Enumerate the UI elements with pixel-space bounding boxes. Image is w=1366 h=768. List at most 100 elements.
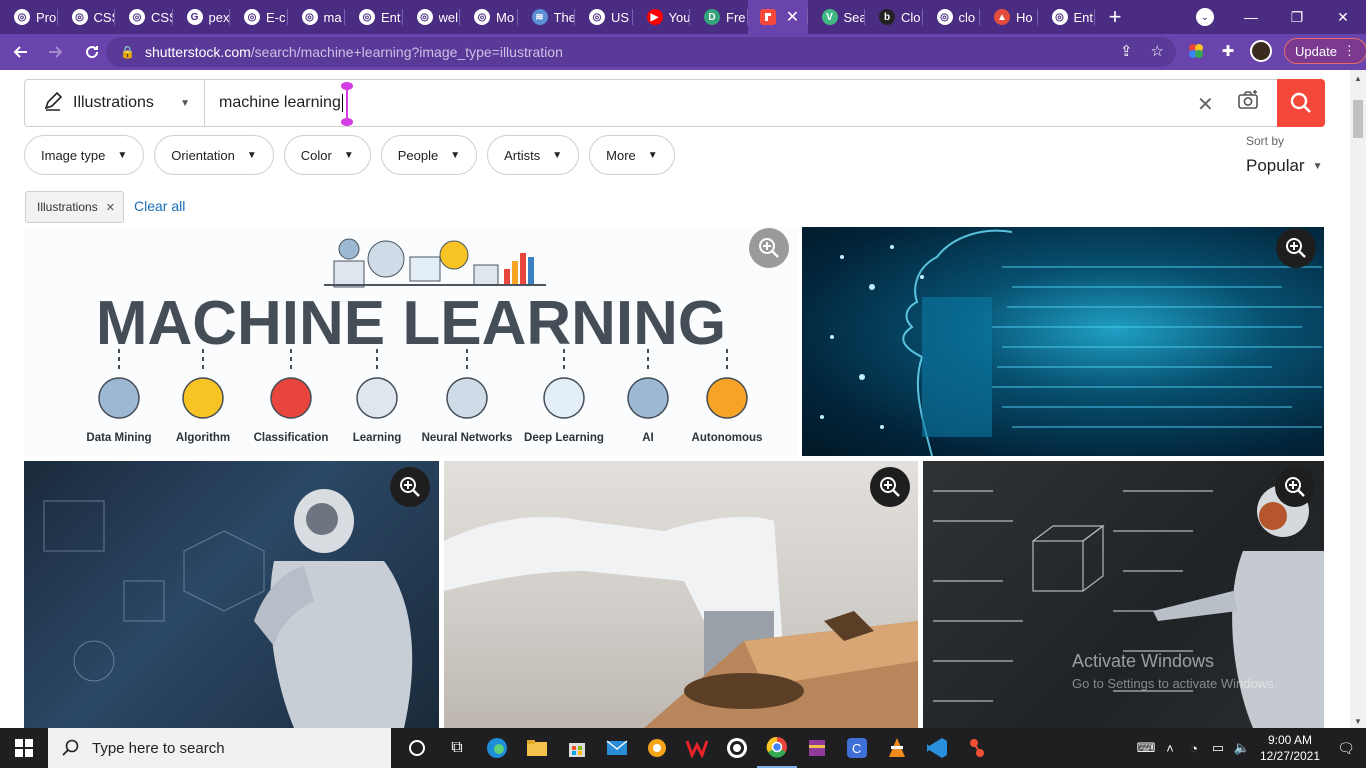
- forward-button[interactable]: [40, 36, 72, 68]
- browser-tab-active[interactable]: ✕: [747, 0, 808, 34]
- browser-tab[interactable]: ◎ E-c: [230, 0, 288, 34]
- ccleaner-icon[interactable]: C: [837, 728, 877, 768]
- active-filter-chip[interactable]: Illustrations ✕: [25, 191, 124, 223]
- camera-search-icon[interactable]: [1237, 90, 1259, 116]
- browser-tab[interactable]: ≋ The: [518, 0, 575, 34]
- browser-tab[interactable]: ◎ Pro: [0, 0, 58, 34]
- color-extension-icon[interactable]: [1186, 41, 1206, 61]
- new-tab-button[interactable]: +: [1095, 4, 1135, 30]
- lock-icon: 🔒: [120, 45, 135, 59]
- mail-icon[interactable]: [597, 728, 637, 768]
- tab-label: Sea: [843, 9, 866, 25]
- winrar-icon[interactable]: [797, 728, 837, 768]
- result-image-machine-learning-banner[interactable]: MACHINE LEARNING Data Mining Algorithm Cla…: [24, 227, 798, 456]
- edge-icon[interactable]: [477, 728, 517, 768]
- notifications-icon[interactable]: 🗨: [1326, 740, 1366, 757]
- scroll-thumb[interactable]: [1353, 100, 1363, 138]
- browser-tab[interactable]: ◎ CSS: [115, 0, 173, 34]
- wifi-icon[interactable]: ◔: [1182, 741, 1206, 756]
- file-explorer-icon[interactable]: [517, 728, 557, 768]
- zoom-button[interactable]: [1275, 467, 1315, 507]
- vue-icon: V: [821, 9, 838, 25]
- restore-button[interactable]: ❐: [1274, 0, 1320, 34]
- remove-filter-icon[interactable]: ✕: [106, 201, 115, 214]
- filter-color[interactable]: Color ▼: [283, 135, 371, 175]
- browser-tab[interactable]: ◎ wel: [403, 0, 461, 34]
- google-icon: G: [186, 9, 203, 25]
- image-type-select[interactable]: Illustrations ▼: [25, 80, 205, 126]
- topic-icon: [356, 377, 398, 419]
- browser-tab[interactable]: V Sea: [808, 0, 866, 34]
- filter-more[interactable]: More ▼: [589, 135, 675, 175]
- text-cursor-handle-icon: [340, 81, 353, 126]
- browser-tab[interactable]: ◎ Mo: [460, 0, 518, 34]
- tray-expand-icon[interactable]: ˄: [1158, 741, 1182, 756]
- taskbar-clock[interactable]: 9:00 AM 12/27/2021: [1254, 732, 1326, 764]
- zoom-button[interactable]: [1276, 228, 1316, 268]
- wps-office-icon[interactable]: [677, 728, 717, 768]
- zoom-button[interactable]: [390, 467, 430, 507]
- scroll-up-icon[interactable]: ▲: [1354, 74, 1362, 83]
- scroll-down-icon[interactable]: ▼: [1354, 717, 1362, 726]
- browser-tab[interactable]: ◎ ma: [288, 0, 346, 34]
- topic-icon: [182, 377, 224, 419]
- address-bar[interactable]: 🔒 shutterstock.com/search/machine+learni…: [106, 37, 1176, 67]
- browser-tab[interactable]: ▲ Ho: [980, 0, 1038, 34]
- result-image-robot-hand[interactable]: [444, 461, 918, 728]
- search-input[interactable]: machine learning: [219, 81, 353, 126]
- vscode-icon[interactable]: [917, 728, 957, 768]
- profile-avatar[interactable]: [1250, 40, 1272, 62]
- globe-icon: ◎: [301, 9, 318, 25]
- keyboard-icon[interactable]: ⌨: [1134, 740, 1158, 756]
- zoom-button[interactable]: [870, 467, 910, 507]
- filter-artists[interactable]: Artists ▼: [487, 135, 580, 175]
- result-image-robot-thinking[interactable]: [24, 461, 439, 728]
- clear-search-icon[interactable]: ✕: [1197, 92, 1214, 117]
- browser-tab[interactable]: ▶ You: [633, 0, 690, 34]
- clear-all-link[interactable]: Clear all: [134, 198, 185, 214]
- task-view-icon[interactable]: ⧉: [437, 728, 477, 768]
- browser-tab[interactable]: Gpex: [173, 0, 231, 34]
- taskbar-search[interactable]: Type here to search: [48, 728, 391, 768]
- vlc-icon[interactable]: [877, 728, 917, 768]
- browser-tab[interactable]: b Clo: [865, 0, 923, 34]
- tab-label: E-c: [266, 9, 286, 25]
- browser-tab[interactable]: ◎ US: [575, 0, 633, 34]
- zoom-in-icon: [1285, 477, 1305, 497]
- browser-tab[interactable]: ◎ clo: [923, 0, 981, 34]
- close-window-button[interactable]: ✕: [1320, 0, 1366, 34]
- git-tool-icon[interactable]: [957, 728, 997, 768]
- volume-icon[interactable]: 🔈: [1230, 740, 1254, 756]
- browser-tab[interactable]: ◎ CSS: [58, 0, 115, 34]
- result-image-digital-head[interactable]: [802, 227, 1324, 456]
- tab-search-icon[interactable]: ⌄: [1196, 8, 1214, 26]
- brave-icon[interactable]: [637, 728, 677, 768]
- back-button[interactable]: [4, 36, 36, 68]
- zoom-button[interactable]: [749, 228, 789, 268]
- browser-tab[interactable]: ◎ Ent: [345, 0, 403, 34]
- close-tab-icon[interactable]: ✕: [786, 7, 799, 27]
- letter-b-icon: b: [879, 9, 895, 25]
- filter-people[interactable]: People ▼: [380, 135, 478, 175]
- update-button[interactable]: Update ⋮: [1284, 38, 1366, 64]
- extensions-puzzle-icon[interactable]: ✚: [1218, 41, 1238, 61]
- filter-orientation[interactable]: Orientation ▼: [154, 135, 274, 175]
- bookmark-star-icon[interactable]: ☆: [1151, 42, 1164, 60]
- start-button[interactable]: [0, 728, 48, 768]
- share-icon[interactable]: ⇪: [1120, 42, 1133, 60]
- banner-illustration: MACHINE LEARNING Data Mining Algorithm Cla…: [86, 238, 762, 444]
- reload-button[interactable]: [76, 36, 108, 68]
- browser-tab[interactable]: D Fre: [690, 0, 748, 34]
- browser-tab[interactable]: ◎ Ent: [1038, 0, 1096, 34]
- whatsapp-icon[interactable]: [717, 728, 757, 768]
- store-icon[interactable]: [557, 728, 597, 768]
- filter-image-type[interactable]: Image type ▼: [24, 135, 145, 175]
- page-scrollbar[interactable]: ▲ ▼: [1350, 70, 1366, 728]
- sort-select[interactable]: Popular ▼: [1246, 156, 1323, 176]
- browser-toolbar: 🔒 shutterstock.com/search/machine+learni…: [0, 34, 1366, 70]
- chrome-icon[interactable]: [757, 728, 797, 768]
- cortana-icon[interactable]: [397, 728, 437, 768]
- search-button[interactable]: [1277, 79, 1325, 127]
- minimize-button[interactable]: —: [1228, 0, 1274, 34]
- battery-icon[interactable]: ▭: [1206, 740, 1230, 756]
